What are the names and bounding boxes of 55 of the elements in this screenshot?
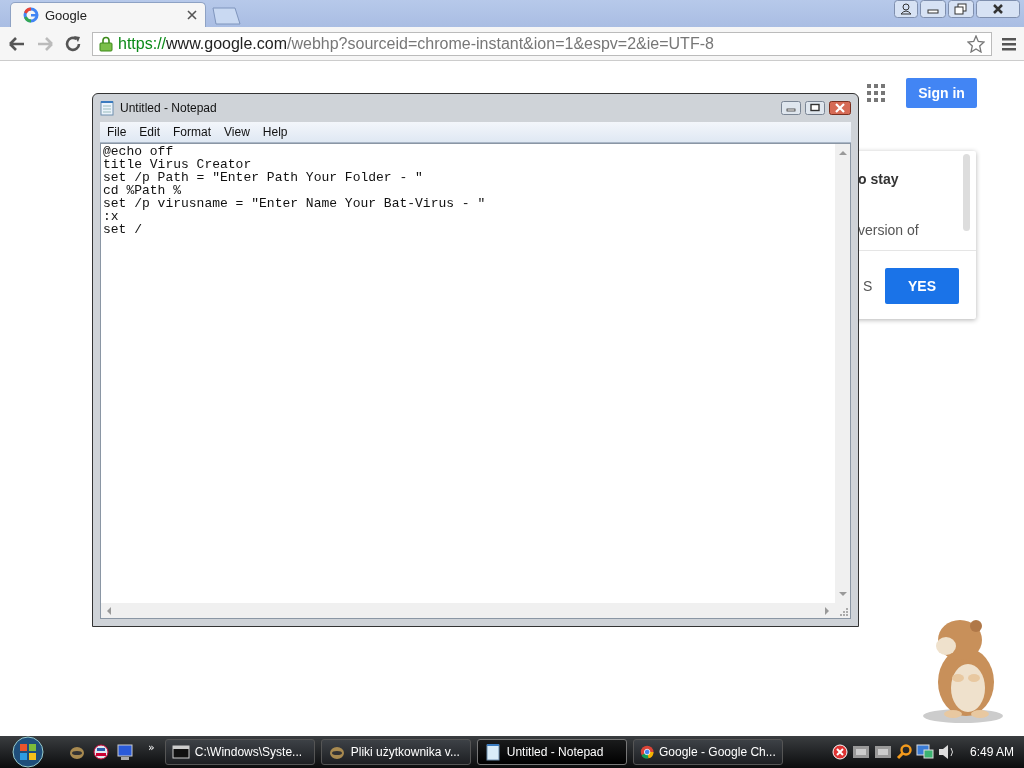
globe-icon[interactable]	[92, 743, 110, 761]
search-icon[interactable]	[895, 744, 912, 760]
card-heading: o stay	[858, 171, 899, 187]
clock[interactable]: 6:49 AM	[969, 745, 1014, 759]
google-logo-icon	[23, 7, 39, 23]
code-line: set /p Path = "Enter Path Your Folder - "	[103, 171, 424, 184]
code-line: @echo off	[103, 145, 175, 158]
apps-grid-icon[interactable]	[867, 84, 885, 102]
taskbar-button[interactable]: Untitled - Notepad	[476, 739, 627, 765]
close-icon[interactable]	[976, 0, 1020, 18]
close-icon[interactable]	[829, 101, 851, 115]
code-line: set /p virusname = "Enter Name Your Bat-Virus - "	[103, 197, 487, 210]
menu-item[interactable]: View	[217, 125, 256, 139]
monitor-icon[interactable]	[116, 743, 134, 761]
card-text: version of	[858, 222, 919, 238]
network-icon[interactable]	[851, 744, 870, 760]
yes-button[interactable]: YES	[885, 268, 959, 304]
secondary-button[interactable]: S	[863, 278, 873, 294]
user-icon[interactable]	[894, 0, 918, 18]
taskbar-button[interactable]: Pliki użytkownika v...	[320, 739, 471, 765]
menu-item[interactable]: Format	[166, 125, 218, 139]
code-line: set /	[103, 223, 143, 236]
star-icon[interactable]	[967, 34, 985, 53]
shield-icon[interactable]	[831, 744, 848, 760]
taskbar-button[interactable]: Google - Google Ch...	[632, 739, 783, 765]
window-title: Untitled - Notepad	[120, 101, 217, 115]
menu-item[interactable]: Edit	[132, 125, 167, 139]
sign-in-button[interactable]: Sign in	[906, 78, 977, 108]
maximize-icon[interactable]	[805, 101, 825, 115]
code-line: :x	[103, 210, 120, 223]
size-grip-icon	[837, 605, 849, 617]
menu-icon[interactable]	[1002, 36, 1016, 51]
more-button[interactable]: »	[148, 740, 155, 754]
lock-icon	[99, 35, 113, 52]
close-icon[interactable]	[187, 10, 197, 20]
back-arrow-icon[interactable]	[8, 35, 26, 52]
code-line: title Virus Creator	[103, 158, 253, 171]
notepad-icon	[483, 743, 502, 761]
network-icon[interactable]	[873, 744, 892, 760]
restore-icon[interactable]	[948, 0, 974, 18]
chrome-icon	[639, 743, 654, 761]
menu-item[interactable]: Help	[255, 125, 294, 139]
volume-icon[interactable]	[937, 744, 956, 760]
address-bar[interactable]: https://www.google.com/webhp?sourceid=chrome-instant&ion=1&espv=2&ie=UTF-8	[92, 31, 992, 56]
reload-icon[interactable]	[64, 34, 82, 53]
console-icon	[171, 743, 190, 761]
scrollbar-thumb[interactable]	[963, 154, 970, 231]
taskbar-button[interactable]: C:\Windows\Syste...	[164, 739, 315, 765]
url-text: https://www.google.com/webhp?sourceid=chrome-instant&ion=1&espv=2&ie=UTF-8	[118, 34, 714, 53]
notepad-icon	[100, 100, 114, 116]
browser-tab[interactable]: Google	[10, 2, 206, 27]
code-line: cd %Path %	[103, 184, 182, 197]
forward-arrow-icon	[36, 35, 54, 52]
menu-item[interactable]: File	[100, 125, 133, 139]
computer-icon[interactable]	[915, 744, 934, 760]
